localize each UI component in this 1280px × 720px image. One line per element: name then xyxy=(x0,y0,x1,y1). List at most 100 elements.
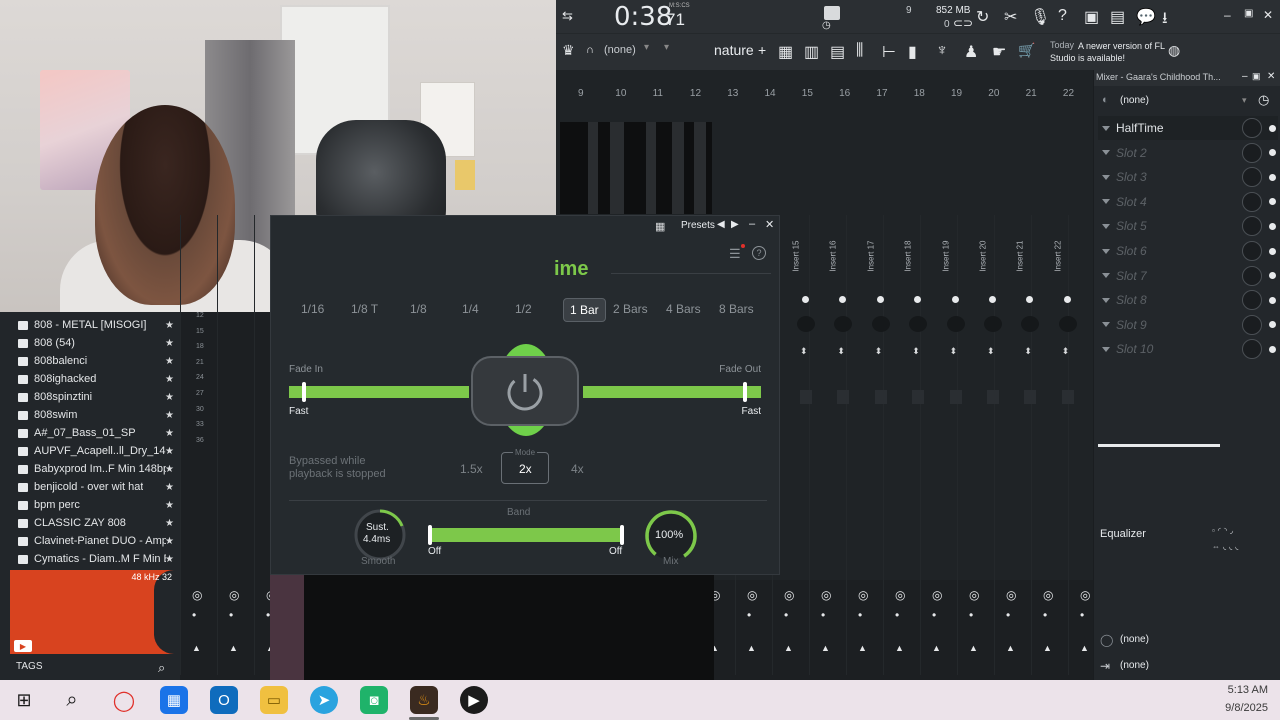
fx-slot[interactable]: Slot 2 xyxy=(1098,141,1278,165)
insert-stereo-icon[interactable]: ⬍ xyxy=(1062,346,1070,357)
slot-chevron-icon[interactable] xyxy=(1102,346,1110,352)
browser-item[interactable]: 808balenci ★ xyxy=(0,352,180,370)
insert-led[interactable] xyxy=(802,296,809,303)
route-dot[interactable]: • xyxy=(821,608,825,622)
mode-2x[interactable]: 2x xyxy=(519,462,532,476)
fx-slot[interactable]: Slot 4 xyxy=(1098,190,1278,214)
pan-knob-icon[interactable]: ◎ xyxy=(1043,588,1053,602)
mixer-strip[interactable]: ◎ • ▲ xyxy=(217,215,253,675)
browser-item[interactable]: Cymatics - Diam..M F Min Bass★ xyxy=(0,550,180,568)
insert-stereo-icon[interactable]: ⬍ xyxy=(837,346,845,357)
fx-slot[interactable]: HalfTime xyxy=(1098,116,1278,140)
slot-mix-knob[interactable] xyxy=(1242,216,1262,237)
insert-fader[interactable] xyxy=(1024,390,1037,404)
fade-out-handle[interactable] xyxy=(743,382,747,402)
mode-4x[interactable]: 4x xyxy=(571,462,584,476)
ruler-mark[interactable]: 11 xyxy=(653,88,663,99)
timing-tab[interactable]: 1/2 xyxy=(515,302,532,316)
ruler-mark[interactable]: 12 xyxy=(690,88,701,99)
preset-next-icon[interactable]: ▶ xyxy=(731,219,739,230)
slot-enable-led[interactable] xyxy=(1269,222,1276,230)
pan-knob-icon[interactable]: ◎ xyxy=(932,588,942,602)
timing-tab[interactable]: 8 Bars xyxy=(719,302,754,316)
browser-item[interactable]: Clavinet-Pianet DUO - Amp ★ xyxy=(0,532,180,550)
chat-app-icon[interactable]: ◙ xyxy=(360,686,388,714)
slot-mix-knob[interactable] xyxy=(1242,265,1262,286)
route-dot[interactable]: • xyxy=(1006,608,1010,622)
route-arrow-icon[interactable]: ▲ xyxy=(932,643,941,653)
route-dot[interactable]: • xyxy=(784,608,788,622)
slot-enable-led[interactable] xyxy=(1269,124,1276,132)
route-dot[interactable]: • xyxy=(969,608,973,622)
route-dot[interactable]: • xyxy=(895,608,899,622)
slot-mix-knob[interactable] xyxy=(1242,314,1262,335)
slot-chevron-icon[interactable] xyxy=(1102,322,1110,328)
route-arrow-icon[interactable]: ▲ xyxy=(858,643,867,653)
route-in-dropdown[interactable]: (none) xyxy=(1120,634,1149,645)
pan-knob-icon[interactable]: ◎ xyxy=(1080,588,1090,602)
ruler-mark[interactable]: 9 xyxy=(578,88,584,99)
play-icon[interactable]: ▶ xyxy=(14,640,32,652)
browser-item[interactable]: 808 - METAL [MISOGI] ★ xyxy=(0,316,180,334)
mixer-strip[interactable]: ◎ • ▲ xyxy=(920,215,956,675)
insert-label[interactable]: Insert 15 xyxy=(792,241,801,293)
browser-item[interactable]: 808ighacked ★ xyxy=(0,370,180,388)
eq-knobs[interactable]: ▫◜◝◞ xyxy=(1212,526,1236,535)
browser-item[interactable]: 808swim ★ xyxy=(0,406,180,424)
fade-in-slider[interactable] xyxy=(289,386,469,398)
update-notice[interactable]: A newer version of FL Studio is availabl… xyxy=(1050,40,1170,64)
route-dot[interactable]: • xyxy=(1080,608,1084,622)
route-arrow-icon[interactable]: ▲ xyxy=(784,643,793,653)
route-dot[interactable]: • xyxy=(1043,608,1047,622)
pan-knob-icon[interactable]: ◎ xyxy=(821,588,831,602)
insert-label[interactable]: Insert 18 xyxy=(904,241,913,293)
slot-mix-knob[interactable] xyxy=(1242,142,1262,163)
mixer-strip[interactable]: ◎ • ▲ xyxy=(180,215,216,675)
fx-slot[interactable]: Slot 5 xyxy=(1098,214,1278,238)
insert-stereo-icon[interactable]: ⬍ xyxy=(950,346,958,357)
microphone-icon[interactable]: 🎙 xyxy=(1030,7,1050,27)
chat-icon[interactable]: 💬 xyxy=(1136,7,1156,27)
mixer-strip[interactable]: ◎ • ▲ xyxy=(809,215,845,675)
slot-enable-led[interactable] xyxy=(1269,198,1276,206)
star-icon[interactable]: ★ xyxy=(165,464,174,475)
insert-led[interactable] xyxy=(989,296,996,303)
browser-item[interactable]: 808 (54) ★ xyxy=(0,334,180,352)
browser-item[interactable]: Babyxprod Im..F Min 148bpm]★ xyxy=(0,460,180,478)
plugin-minimize-icon[interactable]: – xyxy=(749,218,755,230)
chevron-down-icon-3[interactable]: ▾ xyxy=(1242,95,1247,106)
store-icon[interactable]: ▦ xyxy=(160,686,188,714)
pan-knob-icon[interactable]: ◎ xyxy=(1006,588,1016,602)
pan-knob-icon[interactable]: ◎ xyxy=(895,588,905,602)
route-dot[interactable]: • xyxy=(192,608,196,622)
plugin-icon[interactable]: ♆ xyxy=(936,42,948,60)
tempo-mode-icon[interactable]: ⇆ xyxy=(562,8,573,24)
file-explorer-icon[interactable]: ▭ xyxy=(260,686,288,714)
channel-rack-icon[interactable]: ▤ xyxy=(830,42,845,62)
globe-icon[interactable]: ◍ xyxy=(1168,42,1180,59)
cut-tool-icon[interactable]: ✂ xyxy=(1004,7,1017,27)
plugin-help-icon[interactable]: ? xyxy=(752,246,766,260)
slot-enable-led[interactable] xyxy=(1269,173,1276,181)
slot-mix-knob[interactable] xyxy=(1242,290,1262,311)
insert-led[interactable] xyxy=(951,296,959,303)
chevron-down-icon-2[interactable]: ▾ xyxy=(664,42,669,53)
browser-item[interactable]: AUPVF_Acapell..ll_Dry_140_Bm★ xyxy=(0,442,180,460)
insert-stereo-icon[interactable]: ⬍ xyxy=(912,346,920,357)
minimize-icon[interactable]: – xyxy=(1224,8,1231,22)
route-dot[interactable]: • xyxy=(932,608,936,622)
pattern-name[interactable]: nature xyxy=(714,42,754,58)
insert-fader[interactable] xyxy=(837,390,850,404)
fx-slot[interactable]: Slot 3 xyxy=(1098,165,1278,189)
tags-label[interactable]: TAGS xyxy=(16,661,42,672)
export-icon[interactable]: ▤ xyxy=(1110,7,1125,27)
timing-tab[interactable]: 1/8 T xyxy=(351,302,378,316)
route-out-dropdown[interactable]: (none) xyxy=(1120,660,1149,671)
playlist-icon[interactable]: ▦ xyxy=(778,42,793,62)
route-arrow-icon[interactable]: ▲ xyxy=(1006,643,1015,653)
slot-enable-led[interactable] xyxy=(1269,296,1276,304)
save-icon[interactable]: ▣ xyxy=(1084,7,1099,27)
insert-fader[interactable] xyxy=(987,390,999,404)
browser-item[interactable]: 808spinztini ★ xyxy=(0,388,180,406)
mixer-strip[interactable]: ◎ • ▲ xyxy=(957,215,993,675)
